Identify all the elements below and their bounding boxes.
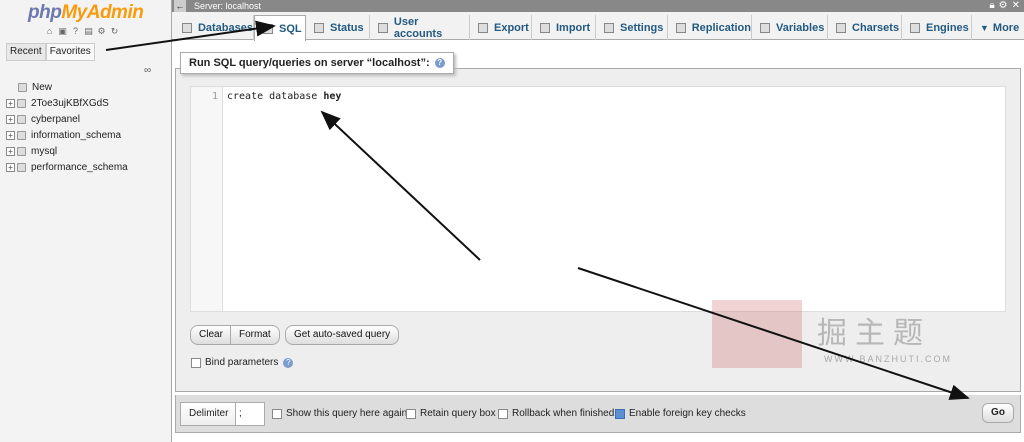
arrow-to-go [577, 267, 970, 400]
arrow-to-sql-tab [105, 20, 276, 51]
annotation-arrows [105, 20, 970, 400]
arrow-to-editor [320, 110, 481, 261]
